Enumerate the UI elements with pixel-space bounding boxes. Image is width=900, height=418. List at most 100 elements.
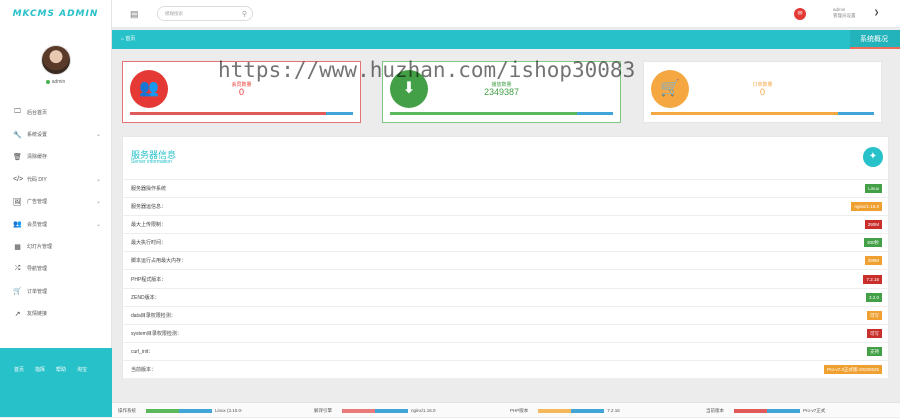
search-placeholder: 模糊搜索: [165, 11, 183, 16]
home-icon[interactable]: ⌂: [121, 36, 124, 42]
app-logo[interactable]: MKCMS ADMIN: [0, 0, 111, 28]
stat-card-value: 0: [759, 87, 765, 97]
sidebar-item-7[interactable]: ⤮ 导航管理: [0, 258, 111, 280]
stat-card-bar-rest: [326, 112, 353, 115]
breadcrumb-home[interactable]: 首页: [125, 36, 135, 42]
footer-item: 解译引擎 nginx/1.16.0: [314, 403, 436, 418]
table-row: system目录权限检测： 可写: [123, 325, 888, 343]
status-badge: 3.2.0: [865, 292, 882, 302]
sidebar-item-3[interactable]: </> 代码 DIY ⌄: [0, 168, 111, 190]
stat-card-value: 2349387: [483, 87, 520, 97]
status-badge: nginx/1.16.0: [851, 202, 882, 212]
online-dot-icon: [45, 79, 50, 84]
sidebar-item-4[interactable]: 🖼 广告管理 ⌄: [0, 191, 111, 213]
search-input[interactable]: 模糊搜索 ⚲: [157, 6, 253, 21]
sidebar-item-5[interactable]: 👥 会员管理 ⌄: [0, 213, 111, 235]
footer-label: 解译引擎: [314, 407, 332, 413]
sidebar-item-icon: </>: [13, 175, 24, 183]
stat-card: 🛒 订单数量 0: [643, 61, 882, 123]
user-menu-role: 管理员设置: [833, 13, 856, 18]
page-title: 系统概况: [850, 30, 900, 49]
footer-label: 操作系统: [118, 407, 136, 413]
sidebar-item-icon: 🔧: [13, 131, 22, 139]
footer-bar-b: [179, 408, 212, 413]
avatar[interactable]: [40, 45, 71, 75]
footer-value: Linux (3.10.0-: [215, 408, 243, 413]
footer-bar-b: [375, 408, 408, 413]
sidebar-item-label: 导航管理: [27, 266, 48, 273]
footer-bar-a: [734, 408, 767, 413]
sidebar-item-icon: ▦: [14, 243, 21, 251]
stat-card-value: 0: [238, 87, 244, 97]
sidebar-item-2[interactable]: 🗑 清除缓存: [0, 146, 111, 168]
chevron-down-icon[interactable]: ❯: [874, 9, 879, 16]
footer-value: Pro-v7正式: [803, 407, 826, 413]
row-label: 脚本运行占用最大内存：: [131, 258, 187, 265]
row-label: 最大上传限制：: [131, 222, 167, 229]
globe-icon: ✦: [863, 147, 883, 167]
status-badge: 支持: [867, 346, 882, 356]
status-badge: 290M: [864, 256, 882, 266]
sidebar-item-icon: 🖼: [13, 198, 22, 206]
table-row: ZEND版本： 3.2.0: [123, 289, 888, 307]
sidebar: MKCMS ADMIN admin 🖵 后台首页 🔧 系统设置 ⌄ 🗑 清除缓存 </> 代码 …: [0, 0, 112, 417]
user-menu[interactable]: admin 管理员设置: [833, 7, 856, 19]
table-row: 最大上传限制： 290M: [123, 216, 888, 235]
stat-card-bar-fill: [651, 112, 839, 115]
stat-card: 👥 会员数量 0: [122, 61, 361, 123]
footer-item: PHP版本 7.2.16: [510, 403, 620, 418]
footer-bar: [734, 408, 800, 413]
footer-item: 当前版本 Pro-v7正式: [706, 403, 825, 418]
status-badge: Linux: [865, 184, 882, 194]
footer-bar: [146, 408, 212, 413]
footer-item: 操作系统 Linux (3.10.0-: [118, 403, 243, 418]
sidebar-item-8[interactable]: 🛒 订单管理: [0, 280, 111, 302]
footer-bar: [342, 408, 408, 413]
chevron-down-icon[interactable]: ⌄: [96, 176, 101, 183]
sidebar-item-icon: 🗑: [13, 153, 22, 161]
row-label: data目录权限检测：: [131, 312, 176, 319]
top-bar: ▤ 模糊搜索 ⚲ ✉ admin 管理员设置 ❯: [112, 0, 900, 28]
menu-toggle-icon[interactable]: ▤: [130, 9, 139, 20]
footer-value: 7.2.16: [607, 408, 620, 413]
stat-card-bar: [390, 112, 613, 115]
sidebar-item-9[interactable]: ↗ 友情链接: [0, 303, 111, 325]
sidebar-item-label: 友情链接: [27, 311, 48, 318]
table-row: 服务器运信息： nginx/1.16.0: [123, 198, 888, 217]
chevron-down-icon[interactable]: ⌄: [96, 198, 101, 205]
sidebar-footer-link[interactable]: 淘宝: [77, 366, 87, 417]
sidebar-item-label: 代码 DIY: [27, 176, 47, 183]
sidebar-footer-link[interactable]: 首页: [14, 366, 24, 417]
sidebar-item-6[interactable]: ▦ 幻灯片管理: [0, 235, 111, 257]
footer-bar-a: [146, 408, 179, 413]
status-badge: 290M: [864, 220, 882, 230]
server-info-panel: 服务器信息 Server information ✦ 服务器操作系统 Linux 服…: [122, 136, 889, 380]
chevron-down-icon[interactable]: ⌄: [96, 221, 101, 228]
sidebar-item-icon: ↗: [14, 310, 21, 318]
table-row: 当前版本： Pro-v7.0正式版-20200625: [123, 361, 888, 380]
table-row: curl_init： 支持: [123, 343, 888, 361]
table-row: 最大执行时间： 300秒: [123, 234, 888, 253]
status-badge: 300秒: [863, 238, 882, 248]
breadcrumb: ⌂ 首页 系统概况: [112, 30, 900, 49]
stat-card-bar-rest: [838, 112, 874, 115]
sidebar-footer-link[interactable]: 指挥: [35, 366, 45, 417]
sidebar-item-1[interactable]: 🔧 系统设置 ⌄: [0, 123, 111, 145]
sidebar-footer: 首页 指挥 帮助 淘宝: [0, 348, 112, 417]
sidebar-item-label: 会员管理: [27, 221, 48, 228]
stat-card-bar-fill: [130, 112, 327, 115]
server-info-header: 服务器信息 Server information ✦: [123, 137, 888, 180]
mail-icon[interactable]: ✉: [794, 8, 806, 20]
chevron-down-icon[interactable]: ⌄: [96, 131, 101, 138]
footer-bar-a: [538, 408, 572, 413]
status-footer: 操作系统 Linux (3.10.0- 解译引擎 nginx/1.16.0 PHP版本 7…: [112, 402, 900, 417]
row-label: 服务器运信息：: [131, 204, 167, 211]
sidebar-item-label: 幻灯片管理: [27, 244, 53, 251]
sidebar-item-0[interactable]: 🖵 后台首页: [0, 101, 111, 123]
search-icon[interactable]: ⚲: [242, 8, 247, 21]
server-info-subtitle: Server information: [131, 159, 172, 165]
sidebar-item-label: 系统设置: [27, 132, 48, 139]
row-label: 最大执行时间：: [131, 240, 167, 247]
sidebar-footer-link[interactable]: 帮助: [56, 366, 66, 417]
footer-bar-b: [571, 408, 605, 413]
